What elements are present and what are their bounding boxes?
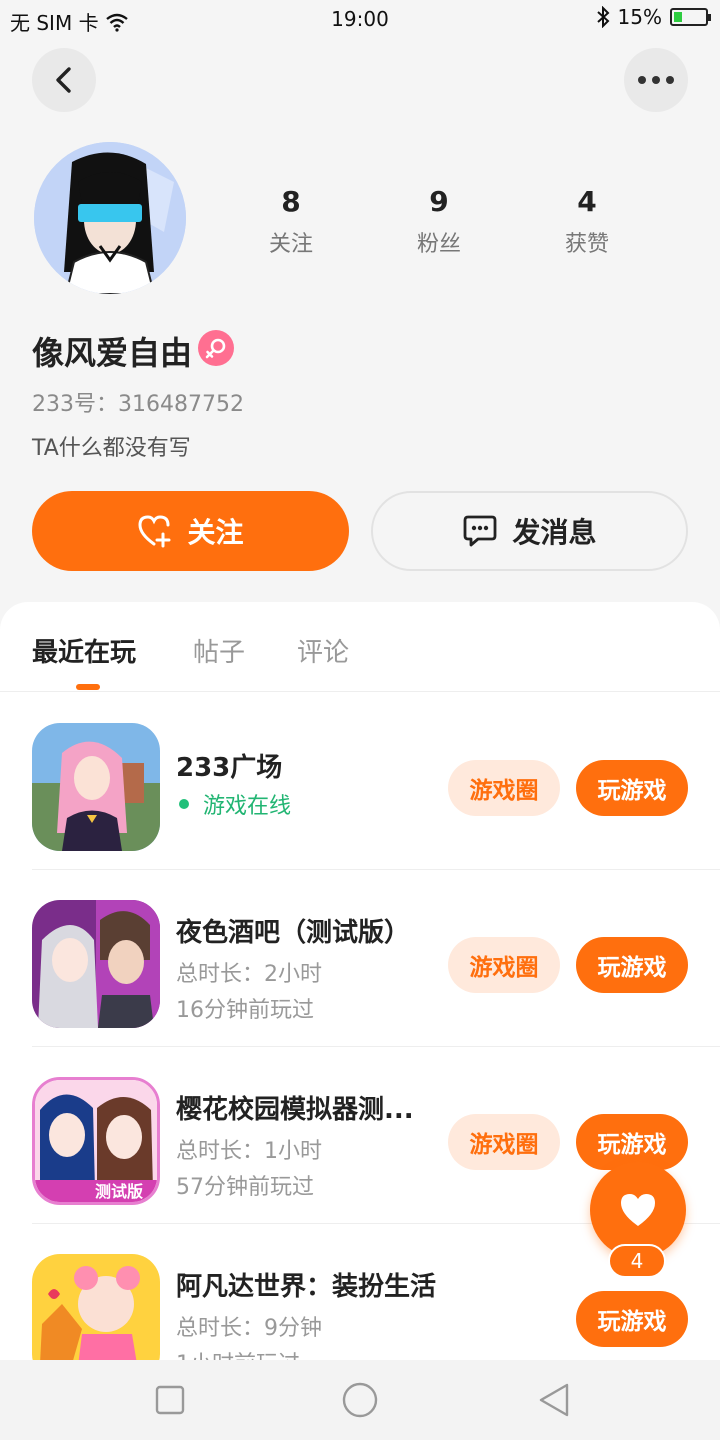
play-duration: 总时长：1小时: [176, 1139, 322, 1164]
stat-label: 粉丝: [416, 232, 461, 257]
avatar-image: [34, 142, 186, 294]
icon-badge-text: 测试版: [95, 1182, 143, 1201]
bio: TA什么都没有写: [32, 436, 191, 461]
game-icon[interactable]: [32, 900, 160, 1028]
game-icon[interactable]: [32, 723, 160, 851]
bluetooth-icon: [596, 6, 609, 28]
system-nav-bar: [0, 1360, 720, 1440]
more-button[interactable]: [624, 48, 688, 112]
play-game-button[interactable]: 玩游戏: [576, 937, 688, 993]
stat-likes[interactable]: 4 获赞: [527, 185, 647, 258]
square-icon: [155, 1385, 185, 1415]
last-played: 16分钟前玩过: [176, 998, 314, 1023]
stat-label: 关注: [268, 232, 313, 257]
game-circle-button[interactable]: 游戏圈: [448, 760, 560, 816]
back-button[interactable]: [32, 48, 96, 112]
stat-label: 获赞: [564, 232, 609, 257]
battery-icon: [670, 8, 711, 26]
play-duration: 总时长：2小时: [176, 962, 322, 987]
stat-number: 8: [281, 185, 301, 218]
game-title: 樱花校园模拟器测...: [176, 1095, 414, 1125]
tab-posts[interactable]: 帖子: [193, 632, 245, 669]
game-circle-button[interactable]: 游戏圈: [448, 937, 560, 993]
play-duration: 总时长：9分钟: [176, 1316, 322, 1341]
game-circle-button[interactable]: 游戏圈: [448, 1114, 560, 1170]
follow-label: 关注: [187, 516, 244, 549]
tab-recent-play[interactable]: 最近在玩: [32, 632, 136, 669]
circle-icon: [342, 1382, 378, 1418]
chevron-left-icon: [56, 67, 71, 93]
list-item[interactable]: 夜色酒吧（测试版） 总时长：2小时 16分钟前玩过 游戏圈 玩游戏: [32, 870, 720, 1047]
heart-plus-icon: [138, 515, 171, 548]
stat-number: 4: [577, 185, 597, 218]
message-button[interactable]: 发消息: [371, 491, 688, 571]
stat-number: 9: [429, 185, 449, 218]
stat-fans[interactable]: 9 粉丝: [379, 185, 499, 258]
list-item[interactable]: 233广场 游戏在线 游戏圈 玩游戏: [32, 693, 720, 870]
battery-percent: 15%: [617, 5, 662, 29]
game-title: 夜色酒吧（测试版）: [176, 918, 411, 948]
chat-bubble-icon: [464, 515, 497, 547]
back-nav-button[interactable]: [534, 1380, 574, 1420]
stat-following[interactable]: 8 关注: [231, 185, 351, 258]
female-icon: [198, 330, 234, 366]
status-right: 15%: [596, 5, 711, 29]
nickname: 像风爱自由: [32, 334, 193, 372]
online-dot-icon: [179, 799, 189, 809]
play-game-button[interactable]: 玩游戏: [576, 760, 688, 816]
tab-comments[interactable]: 评论: [297, 632, 349, 669]
tab-bar: 最近在玩 帖子 评论: [0, 602, 720, 692]
message-label: 发消息: [512, 516, 597, 549]
like-count-badge: 4: [608, 1244, 666, 1278]
last-played: 57分钟前玩过: [176, 1175, 314, 1200]
triangle-back-icon: [539, 1383, 569, 1417]
game-title: 233广场: [176, 753, 283, 783]
game-icon[interactable]: [32, 1254, 160, 1362]
game-title: 阿凡达世界：装扮生活: [176, 1272, 437, 1302]
avatar[interactable]: [34, 142, 186, 294]
status-bar: 无 SIM 卡 19:00 15%: [0, 0, 720, 38]
heart-icon: [621, 1194, 655, 1226]
online-label: 游戏在线: [203, 794, 292, 819]
tab-indicator: [76, 684, 100, 690]
home-button[interactable]: [340, 1380, 380, 1420]
play-game-button[interactable]: 玩游戏: [576, 1291, 688, 1347]
game-icon[interactable]: 测试版: [32, 1077, 160, 1205]
user-id: 233号：316487752: [32, 392, 244, 417]
recent-apps-button[interactable]: [150, 1380, 190, 1420]
online-status: 游戏在线: [176, 788, 291, 820]
more-dots-icon: [638, 76, 674, 84]
follow-button[interactable]: 关注: [32, 491, 349, 571]
